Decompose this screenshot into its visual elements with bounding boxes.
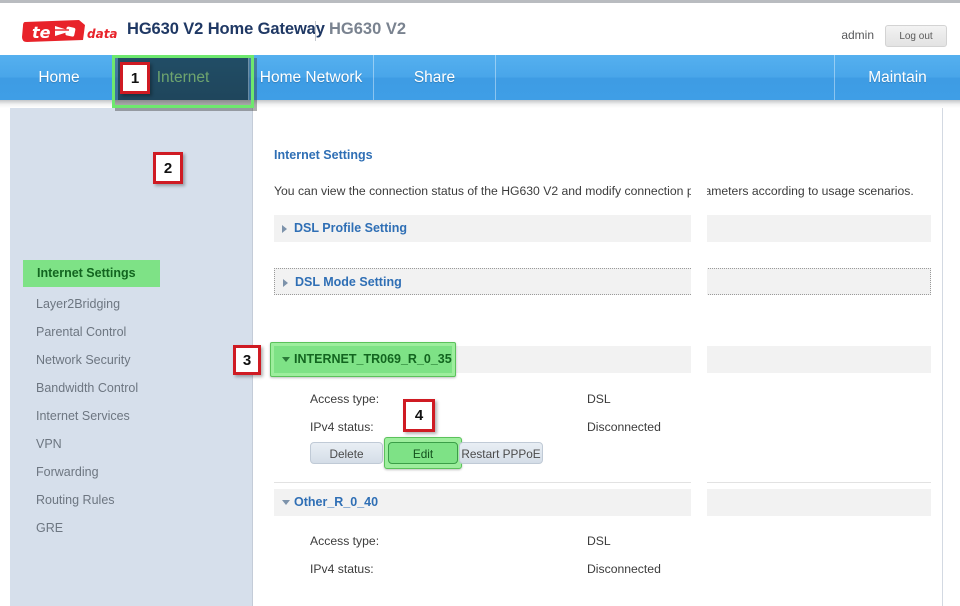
content-description: You can view the connection status of th… — [274, 184, 914, 198]
sidebar-item-vpn[interactable]: VPN — [36, 437, 62, 451]
section-dsl-profile-setting[interactable]: DSL Profile Setting — [274, 215, 931, 242]
connection-2-ipv4-status-value: Disconnected — [587, 562, 661, 576]
content-panel: Internet Settings You can view the conne… — [253, 108, 943, 606]
section-dsl-mode-setting[interactable]: DSL Mode Setting — [274, 268, 931, 295]
nav-item-share[interactable]: Share — [374, 55, 495, 100]
sidebar-item-internet-services[interactable]: Internet Services — [36, 409, 130, 423]
callout-1: 1 — [120, 62, 150, 94]
delete-button[interactable]: Delete — [310, 442, 383, 464]
nav-dropshadow — [0, 100, 960, 108]
sidebar-item-network-security[interactable]: Network Security — [36, 353, 130, 367]
edit-button[interactable]: Edit — [388, 442, 458, 464]
section-connection-internet-tr069[interactable]: INTERNET_TR069_R_0_35 — [274, 346, 452, 373]
nav-divider-4 — [495, 55, 496, 100]
title-separator — [315, 21, 316, 41]
connection-1-access-type-value: DSL — [587, 392, 611, 406]
sidebar-item-internet-settings[interactable]: Internet Settings — [23, 260, 160, 287]
nav-item-maintain[interactable]: Maintain — [835, 55, 960, 100]
chevron-down-icon — [282, 357, 290, 362]
logout-button[interactable]: Log out — [885, 25, 947, 47]
sidebar-item-bandwidth-control[interactable]: Bandwidth Control — [36, 381, 138, 395]
chevron-down-icon — [282, 500, 290, 505]
section-divider — [274, 482, 931, 483]
connection-1-ipv4-status-label: IPv4 status: — [310, 420, 374, 434]
restart-pppoe-button[interactable]: Restart PPPoE — [459, 442, 543, 464]
section-dsl-profile-setting-label: DSL Profile Setting — [294, 221, 407, 235]
sidebar: Internet Settings Layer2Bridging Parenta… — [10, 108, 253, 606]
section-connection-internet-tr069-label: INTERNET_TR069_R_0_35 — [294, 352, 452, 366]
sidebar-item-forwarding[interactable]: Forwarding — [36, 465, 99, 479]
tedata-logo: te data — [19, 18, 117, 45]
chevron-right-icon — [282, 225, 287, 233]
connection-2-access-type-value: DSL — [587, 534, 611, 548]
sidebar-item-parental-control[interactable]: Parental Control — [36, 325, 126, 339]
section-dsl-mode-setting-label: DSL Mode Setting — [295, 275, 402, 289]
callout-4: 4 — [403, 399, 435, 432]
page-header: te data HG630 V2 Home Gateway HG630 V2 a… — [0, 5, 960, 55]
content-right-gutter — [691, 108, 707, 606]
router-admin-page: te data HG630 V2 Home Gateway HG630 V2 a… — [0, 0, 960, 606]
nav-item-home[interactable]: Home — [0, 55, 118, 100]
svg-text:te: te — [32, 23, 51, 42]
page-body: Internet Settings Layer2Bridging Parenta… — [0, 108, 960, 606]
content-title: Internet Settings — [274, 148, 373, 162]
svg-text:data: data — [87, 27, 117, 41]
sidebar-item-routing-rules[interactable]: Routing Rules — [36, 493, 115, 507]
connection-2-ipv4-status-label: IPv4 status: — [310, 562, 374, 576]
section-connection-other-label: Other_R_0_40 — [294, 495, 379, 509]
connection-1-ipv4-status-value: Disconnected — [587, 420, 661, 434]
connection-2-access-type-label: Access type: — [310, 534, 380, 548]
device-model-label: HG630 V2 — [329, 20, 407, 38]
callout-3: 3 — [233, 345, 261, 375]
sidebar-item-gre[interactable]: GRE — [36, 521, 63, 535]
connection-1-access-type-label: Access type: — [310, 392, 380, 406]
current-user-label: admin — [841, 28, 874, 42]
section-connection-other[interactable]: Other_R_0_40 — [274, 489, 931, 516]
page-title: HG630 V2 Home Gateway — [127, 20, 325, 38]
callout-2: 2 — [153, 152, 183, 184]
nav-item-home-network[interactable]: Home Network — [249, 55, 373, 100]
sidebar-item-layer2bridging[interactable]: Layer2Bridging — [36, 297, 120, 311]
chevron-right-icon — [283, 279, 288, 287]
